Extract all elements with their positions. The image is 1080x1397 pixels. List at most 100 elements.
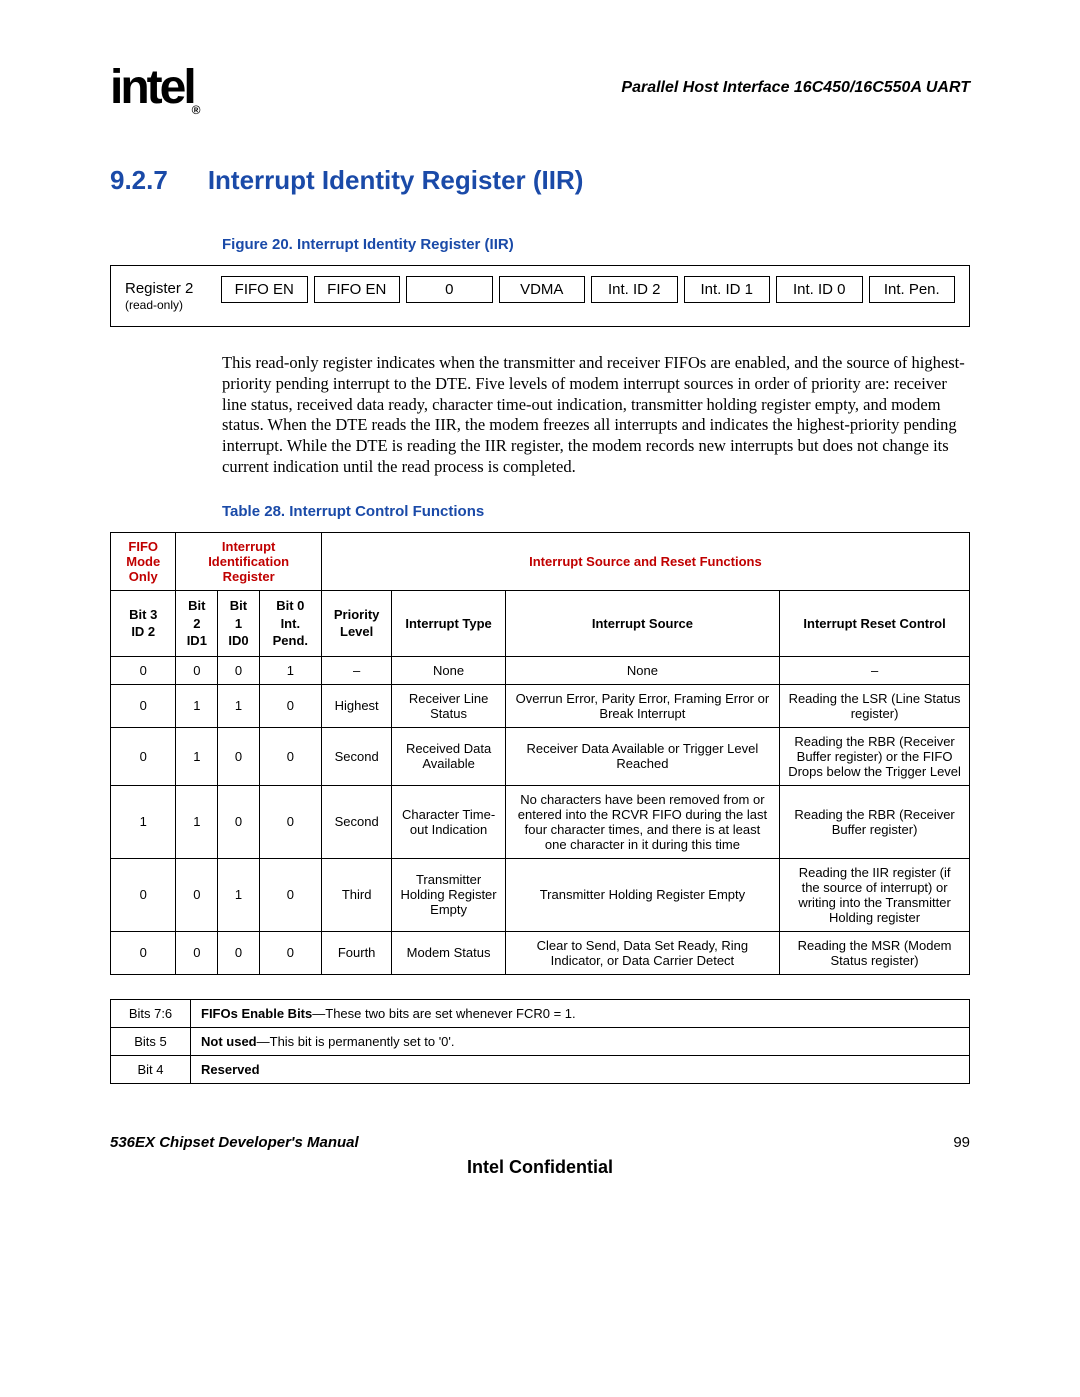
footer-manual-title: 536EX Chipset Developer's Manual: [110, 1134, 359, 1151]
table-cell: 0: [111, 656, 176, 684]
body-paragraph: This read-only register indicates when t…: [222, 353, 970, 477]
register-row: Register 2 (read-only) FIFO EN FIFO EN 0…: [125, 276, 955, 312]
table-row: 0010ThirdTransmitter Holding Register Em…: [111, 858, 970, 931]
intel-logo: intel®: [110, 60, 200, 115]
table-cell: 0: [259, 858, 321, 931]
table-cell: 0: [259, 727, 321, 785]
reg-cell: Int. ID 1: [684, 276, 771, 303]
bits-label: Bits 7:6: [111, 999, 191, 1027]
table-row: 0110HighestReceiver Line StatusOverrun E…: [111, 684, 970, 727]
table-cell: Modem Status: [392, 931, 505, 974]
table-cell: Reading the IIR register (if the source …: [780, 858, 970, 931]
table-cell: 0: [176, 656, 218, 684]
table-cell: Fourth: [321, 931, 392, 974]
section-heading: 9.2.7 Interrupt Identity Register (IIR): [110, 165, 970, 196]
table-cell: Second: [321, 727, 392, 785]
figure-caption: Figure 20. Interrupt Identity Register (…: [222, 236, 970, 253]
col-bit0: Bit 0 Int. Pend.: [259, 591, 321, 657]
table-cell: 0: [111, 727, 176, 785]
table-cell: Reading the RBR (Receiver Buffer registe…: [780, 785, 970, 858]
table-row: 1100SecondCharacter Time-out IndicationN…: [111, 785, 970, 858]
table-cell: None: [392, 656, 505, 684]
reg-cell: FIFO EN: [221, 276, 308, 303]
register-name: Register 2: [125, 280, 193, 297]
table-group-header-row: FIFO Mode Only Interrupt Identification …: [111, 533, 970, 591]
table-cell: Reading the LSR (Line Status register): [780, 684, 970, 727]
table-cell: Clear to Send, Data Set Ready, Ring Indi…: [505, 931, 779, 974]
footer-page-number: 99: [953, 1134, 970, 1151]
table-cell: None: [505, 656, 779, 684]
table-cell: Character Time-out Indication: [392, 785, 505, 858]
table-row: Bit 4Reserved: [111, 1055, 970, 1083]
table-cell: 0: [218, 785, 260, 858]
table-row: 0000FourthModem StatusClear to Send, Dat…: [111, 931, 970, 974]
table-cell: –: [780, 656, 970, 684]
table-cell: 1: [111, 785, 176, 858]
table-cell: Second: [321, 785, 392, 858]
table-cell: No characters have been removed from or …: [505, 785, 779, 858]
table-row: 0100SecondReceived Data AvailableReceive…: [111, 727, 970, 785]
bits-desc: Not used—This bit is permanently set to …: [191, 1027, 970, 1055]
table-cell: Third: [321, 858, 392, 931]
bits-desc: Reserved: [191, 1055, 970, 1083]
interrupt-control-table: FIFO Mode Only Interrupt Identification …: [110, 532, 970, 975]
table-cell: 0: [259, 785, 321, 858]
table-cell: Reading the MSR (Modem Status register): [780, 931, 970, 974]
table-row: 0001–NoneNone–: [111, 656, 970, 684]
col-bit3: Bit 3 ID 2: [111, 591, 176, 657]
group-header-iir: Interrupt Identification Register: [176, 533, 321, 591]
bits-desc: FIFOs Enable Bits—These two bits are set…: [191, 999, 970, 1027]
table-cell: 0: [218, 727, 260, 785]
confidential-label: Intel Confidential: [110, 1157, 970, 1178]
table-cell: 1: [218, 684, 260, 727]
section-title: Interrupt Identity Register (IIR): [208, 165, 584, 196]
bits-description-table: Bits 7:6FIFOs Enable Bits—These two bits…: [110, 999, 970, 1084]
table-cell: Transmitter Holding Register Empty: [392, 858, 505, 931]
reg-cell: VDMA: [499, 276, 586, 303]
reg-cell: Int. ID 0: [776, 276, 863, 303]
table-cell: Overrun Error, Parity Error, Framing Err…: [505, 684, 779, 727]
registered-mark: ®: [192, 103, 198, 117]
table-caption: Table 28. Interrupt Control Functions: [222, 503, 970, 520]
table-cell: 0: [176, 931, 218, 974]
col-bit1: Bit 1 ID0: [218, 591, 260, 657]
section-number: 9.2.7: [110, 165, 168, 196]
register-diagram: Register 2 (read-only) FIFO EN FIFO EN 0…: [110, 265, 970, 327]
table-cell: 1: [176, 727, 218, 785]
table-cell: 0: [259, 931, 321, 974]
col-priority: Priority Level: [321, 591, 392, 657]
table-row: Bits 5Not used—This bit is permanently s…: [111, 1027, 970, 1055]
table-cell: Transmitter Holding Register Empty: [505, 858, 779, 931]
group-header-fifo: FIFO Mode Only: [111, 533, 176, 591]
group-header-src: Interrupt Source and Reset Functions: [321, 533, 969, 591]
register-cells: FIFO EN FIFO EN 0 VDMA Int. ID 2 Int. ID…: [221, 276, 955, 303]
bits-label: Bit 4: [111, 1055, 191, 1083]
table-cell: 1: [218, 858, 260, 931]
reg-cell: FIFO EN: [314, 276, 401, 303]
table-cell: 0: [218, 656, 260, 684]
table-cell: Receiver Data Available or Trigger Level…: [505, 727, 779, 785]
table-col-header-row: Bit 3 ID 2 Bit 2 ID1 Bit 1 ID0 Bit 0 Int…: [111, 591, 970, 657]
table-cell: 1: [176, 684, 218, 727]
table-cell: 0: [111, 684, 176, 727]
table-cell: Highest: [321, 684, 392, 727]
reg-cell: Int. Pen.: [869, 276, 956, 303]
table-cell: 0: [259, 684, 321, 727]
table-cell: 1: [259, 656, 321, 684]
document-title: Parallel Host Interface 16C450/16C550A U…: [621, 79, 970, 97]
reg-cell: Int. ID 2: [591, 276, 678, 303]
table-row: Bits 7:6FIFOs Enable Bits—These two bits…: [111, 999, 970, 1027]
table-cell: 1: [176, 785, 218, 858]
register-attr: (read-only): [125, 298, 221, 312]
page-header: intel® Parallel Host Interface 16C450/16…: [110, 60, 970, 115]
page: intel® Parallel Host Interface 16C450/16…: [0, 0, 1080, 1228]
bits-label: Bits 5: [111, 1027, 191, 1055]
table-cell: –: [321, 656, 392, 684]
register-label: Register 2 (read-only): [125, 276, 221, 312]
col-int-type: Interrupt Type: [392, 591, 505, 657]
logo-text: intel: [110, 61, 194, 114]
col-bit2: Bit 2 ID1: [176, 591, 218, 657]
reg-cell: 0: [406, 276, 493, 303]
table-cell: 0: [111, 858, 176, 931]
page-footer: 536EX Chipset Developer's Manual 99: [110, 1134, 970, 1151]
